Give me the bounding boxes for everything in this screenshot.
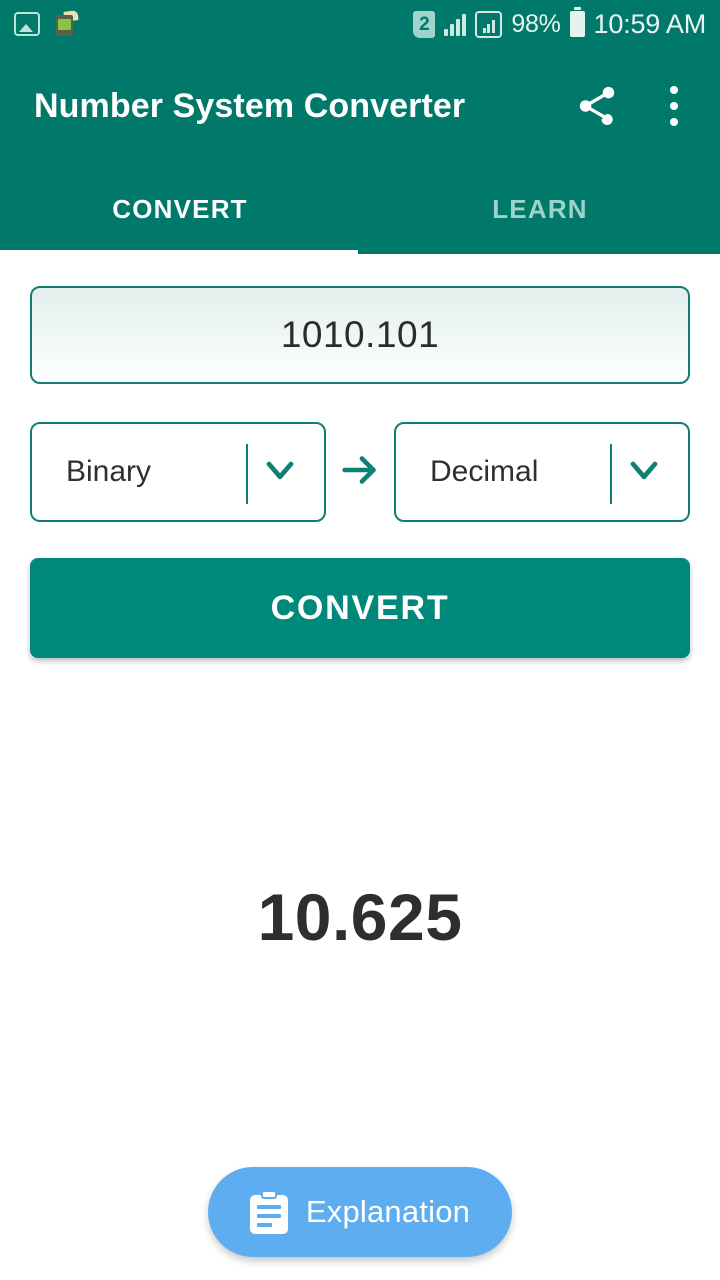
convert-button-label: CONVERT	[270, 588, 450, 627]
tab-learn[interactable]: LEARN	[360, 164, 720, 254]
gallery-icon	[14, 12, 40, 36]
conversion-direction	[326, 447, 394, 498]
arrow-right-icon	[337, 447, 383, 498]
number-input-value: 1010.101	[280, 314, 440, 355]
chevron-down-icon[interactable]	[258, 448, 302, 497]
chevron-down-icon[interactable]	[622, 448, 666, 497]
app-screen: 2 98% 10:59 AM Number System Converter C…	[0, 0, 720, 1280]
tab-convert-label: CONVERT	[112, 193, 248, 224]
tab-bar: CONVERT LEARN	[0, 164, 720, 254]
overflow-menu-icon[interactable]	[656, 80, 692, 132]
to-base-value: Decimal	[430, 455, 539, 488]
sim-badge: 2	[413, 10, 436, 38]
app-bar: Number System Converter	[0, 48, 720, 164]
from-dropdown-divider	[246, 444, 248, 504]
number-input[interactable]: 1010.101	[30, 286, 690, 384]
tab-convert[interactable]: CONVERT	[0, 164, 360, 254]
share-icon[interactable]	[574, 83, 620, 129]
tab-learn-label: LEARN	[492, 193, 588, 224]
explanation-button-label: Explanation	[305, 1194, 471, 1229]
to-base-dropdown[interactable]: Decimal	[394, 422, 690, 522]
boxed-signal-icon	[475, 10, 503, 38]
convert-tab-content: 1010.101 Binary Decimal CONVERT 10.625 E…	[0, 254, 720, 1280]
page-title: Number System Converter	[34, 86, 466, 125]
battery-percent: 98%	[511, 9, 561, 38]
to-dropdown-divider	[610, 444, 612, 504]
conversion-result: 10.625	[257, 880, 463, 954]
from-base-dropdown[interactable]: Binary	[30, 422, 326, 522]
battery-icon	[569, 7, 585, 37]
status-bar-notifications	[14, 10, 79, 37]
status-bar-clock: 10:59 AM	[593, 8, 707, 39]
signal-bars-icon	[444, 12, 467, 36]
app-notification-icon	[54, 10, 79, 37]
explanation-button[interactable]: Explanation	[208, 1167, 512, 1257]
status-bar-system: 2 98% 10:59 AM	[413, 7, 707, 40]
status-bar: 2 98% 10:59 AM	[0, 0, 720, 48]
base-selector-row: Binary Decimal	[30, 422, 690, 522]
from-base-value: Binary	[66, 455, 152, 488]
convert-button[interactable]: CONVERT	[30, 558, 690, 658]
clipboard-icon	[249, 1190, 288, 1234]
app-bar-actions	[574, 80, 692, 132]
